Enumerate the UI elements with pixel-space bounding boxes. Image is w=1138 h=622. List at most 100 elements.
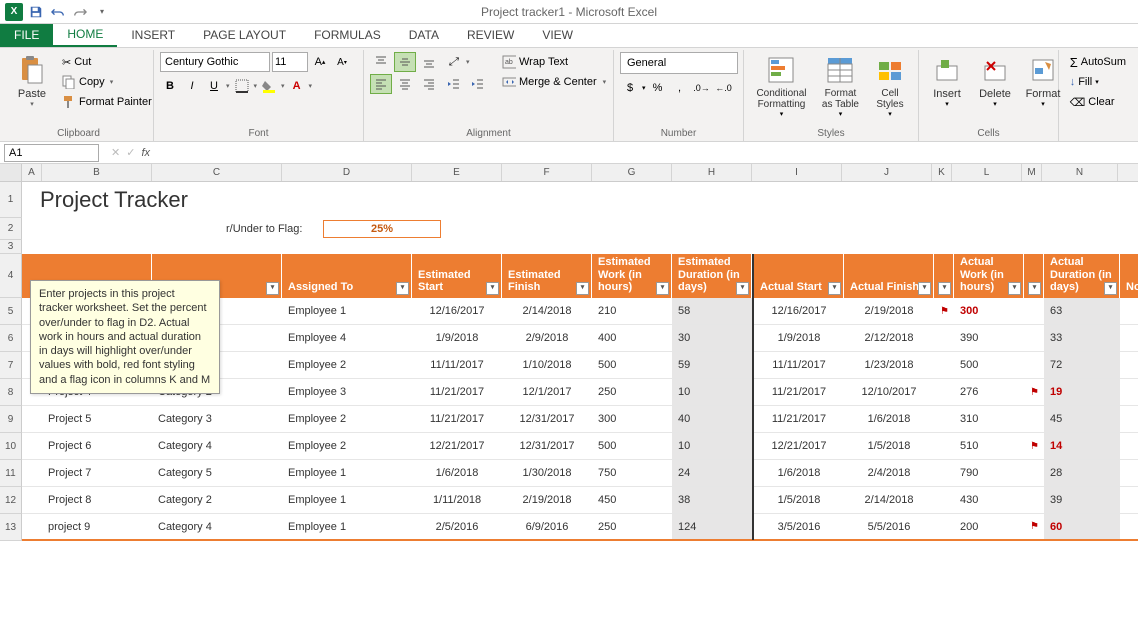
table-cell[interactable]: 11/21/2017 — [754, 406, 844, 432]
format-cells-button[interactable]: Format▾ — [1021, 52, 1065, 110]
table-cell[interactable]: Employee 1 — [282, 487, 412, 513]
table-cell[interactable]: 250 — [592, 514, 672, 539]
table-cell[interactable] — [22, 406, 42, 432]
name-box[interactable] — [4, 144, 99, 162]
table-cell[interactable]: 58 — [672, 298, 752, 324]
row-header-10[interactable]: 10 — [0, 433, 22, 460]
format-as-table-button[interactable]: Format as Table▾ — [817, 52, 864, 120]
table-cell[interactable]: 750 — [592, 460, 672, 486]
delete-cells-button[interactable]: Delete▾ — [973, 52, 1017, 110]
row-header-8[interactable]: 8 — [0, 379, 22, 406]
filter-dropdown-icon[interactable] — [266, 282, 279, 295]
fill-color-button[interactable] — [259, 76, 279, 96]
table-cell[interactable]: 3/5/2016 — [754, 514, 844, 539]
table-cell[interactable]: 1/9/2018 — [412, 325, 502, 351]
table-cell[interactable]: 1/11/2018 — [412, 487, 502, 513]
table-cell[interactable] — [22, 460, 42, 486]
filter-dropdown-icon[interactable] — [736, 282, 749, 295]
table-cell[interactable]: Employee 1 — [282, 514, 412, 539]
filter-dropdown-icon[interactable] — [486, 282, 499, 295]
row-header-12[interactable]: 12 — [0, 487, 22, 514]
row-header-13[interactable]: 13 — [0, 514, 22, 541]
filter-dropdown-icon[interactable] — [656, 282, 669, 295]
table-cell[interactable]: 60 — [1044, 514, 1120, 539]
table-cell[interactable]: Project 8 — [42, 487, 152, 513]
table-cell[interactable]: 1/9/2018 — [754, 325, 844, 351]
tab-data[interactable]: DATA — [395, 23, 453, 47]
align-bottom-icon[interactable] — [418, 52, 440, 72]
filter-dropdown-icon[interactable] — [1028, 282, 1041, 295]
table-cell[interactable]: 2/4/2018 — [844, 460, 934, 486]
table-cell[interactable]: Employee 1 — [282, 460, 412, 486]
table-header[interactable]: Estimated Duration (in days) — [672, 254, 752, 298]
table-cell[interactable]: 310 — [954, 406, 1024, 432]
table-cell[interactable] — [22, 433, 42, 459]
table-cell[interactable]: 12/21/2017 — [754, 433, 844, 459]
table-cell[interactable]: 1/10/2018 — [502, 352, 592, 378]
filter-dropdown-icon[interactable] — [938, 282, 951, 295]
fx-icon[interactable]: fx — [141, 147, 150, 159]
row-header-6[interactable]: 6 — [0, 325, 22, 352]
table-cell[interactable]: 24 — [672, 460, 752, 486]
filter-dropdown-icon[interactable] — [828, 282, 841, 295]
row-header-9[interactable]: 9 — [0, 406, 22, 433]
table-cell[interactable]: 2/14/2018 — [844, 487, 934, 513]
formula-bar[interactable] — [158, 151, 1138, 155]
align-middle-icon[interactable] — [394, 52, 416, 72]
align-center-icon[interactable] — [394, 74, 416, 94]
underline-button[interactable]: U — [204, 76, 224, 96]
table-header[interactable]: Estimated Start — [412, 254, 502, 298]
table-cell[interactable]: 12/1/2017 — [502, 379, 592, 405]
table-cell[interactable]: 28 — [1044, 460, 1120, 486]
table-cell[interactable]: 450 — [592, 487, 672, 513]
table-cell[interactable]: 300 — [592, 406, 672, 432]
table-cell[interactable]: 250 — [592, 379, 672, 405]
table-cell[interactable]: 5/5/2016 — [844, 514, 934, 539]
table-cell[interactable]: 11/21/2017 — [754, 379, 844, 405]
table-cell[interactable]: 790 — [954, 460, 1024, 486]
table-cell[interactable]: 45 — [1044, 406, 1120, 432]
table-cell[interactable]: 400 — [592, 325, 672, 351]
table-cell[interactable]: 2/9/2018 — [502, 325, 592, 351]
col-header-C[interactable]: C — [152, 164, 282, 181]
cell-styles-button[interactable]: Cell Styles▾ — [868, 52, 912, 120]
table-cell[interactable]: 10 — [672, 379, 752, 405]
table-row[interactable]: Project 6Category 4Employee 212/21/20171… — [22, 433, 1138, 460]
table-cell[interactable]: Employee 1 — [282, 298, 412, 324]
bold-button[interactable]: B — [160, 76, 180, 96]
table-cell[interactable]: 11/11/2017 — [412, 352, 502, 378]
table-cell[interactable]: 11/21/2017 — [412, 406, 502, 432]
tab-page-layout[interactable]: PAGE LAYOUT — [189, 23, 300, 47]
table-cell[interactable]: 38 — [672, 487, 752, 513]
align-top-icon[interactable] — [370, 52, 392, 72]
table-cell[interactable]: 1/6/2018 — [412, 460, 502, 486]
tab-file[interactable]: FILE — [0, 23, 53, 47]
align-right-icon[interactable] — [418, 74, 440, 94]
filter-dropdown-icon[interactable] — [1104, 282, 1117, 295]
table-cell[interactable]: 2/5/2016 — [412, 514, 502, 539]
table-cell[interactable]: 510 — [954, 433, 1024, 459]
col-header-L[interactable]: L — [952, 164, 1022, 181]
table-row[interactable]: project 9Category 4Employee 12/5/20166/9… — [22, 514, 1138, 541]
table-cell[interactable]: 12/31/2017 — [502, 433, 592, 459]
table-cell[interactable]: Category 4 — [152, 514, 282, 539]
table-cell[interactable]: 1/30/2018 — [502, 460, 592, 486]
table-cell[interactable]: 500 — [592, 433, 672, 459]
table-cell[interactable]: Category 5 — [152, 460, 282, 486]
font-name-select[interactable] — [160, 52, 270, 72]
tab-home[interactable]: HOME — [53, 23, 117, 47]
col-header-B[interactable]: B — [42, 164, 152, 181]
table-header[interactable]: Assigned To — [282, 254, 412, 298]
format-painter-button[interactable]: Format Painter — [58, 92, 156, 112]
table-cell[interactable]: Employee 2 — [282, 433, 412, 459]
table-header[interactable]: Estimated Finish — [502, 254, 592, 298]
enter-formula-icon[interactable]: ✓ — [126, 146, 135, 159]
table-cell[interactable]: Employee 3 — [282, 379, 412, 405]
table-cell[interactable]: Employee 2 — [282, 406, 412, 432]
currency-icon[interactable]: $ — [620, 78, 640, 98]
table-cell[interactable]: 12/10/2017 — [844, 379, 934, 405]
col-header-A[interactable]: A — [22, 164, 42, 181]
filter-dropdown-icon[interactable] — [1008, 282, 1021, 295]
table-cell[interactable]: 40 — [672, 406, 752, 432]
table-cell[interactable] — [22, 487, 42, 513]
